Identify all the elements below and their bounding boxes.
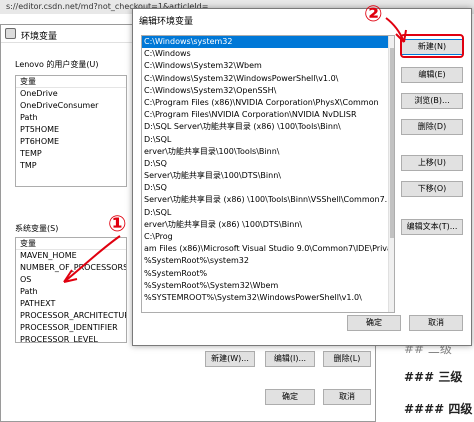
- list-item[interactable]: TMP: [16, 160, 126, 172]
- path-item[interactable]: %SystemRoot%\System32\Wbem: [142, 280, 394, 292]
- column-header[interactable]: 变量: [16, 238, 126, 250]
- browse-button[interactable]: 浏览(B)...: [401, 93, 463, 109]
- list-item[interactable]: Path: [16, 112, 126, 124]
- move-up-button[interactable]: 上移(U): [401, 155, 463, 171]
- new-button[interactable]: 新建(N): [401, 39, 463, 55]
- list-item[interactable]: Path: [16, 286, 126, 298]
- path-item[interactable]: C:\Prog: [142, 231, 394, 243]
- edit-button[interactable]: 编辑(E): [401, 67, 463, 83]
- delete-button[interactable]: 删除(L): [323, 351, 371, 367]
- path-item[interactable]: C:\Windows\System32\WindowsPowerShell\v1…: [142, 73, 394, 85]
- path-item[interactable]: C:\Windows\System32\Wbem: [142, 60, 394, 72]
- path-list[interactable]: C:\Windows\system32 C:\Windows C:\Window…: [141, 35, 395, 313]
- move-down-button[interactable]: 下移(O): [401, 181, 463, 197]
- list-item[interactable]: OneDrive: [16, 88, 126, 100]
- vertical-scrollbar[interactable]: [388, 36, 394, 312]
- dialog-title: 环境变量: [21, 32, 58, 42]
- list-item[interactable]: PROCESSOR_IDENTIFIER: [16, 322, 126, 334]
- settings-icon: [5, 28, 16, 39]
- path-item[interactable]: D:\SQ: [142, 158, 394, 170]
- list-item[interactable]: NUMBER_OF_PROCESSORS: [16, 262, 126, 274]
- list-item[interactable]: OS: [16, 274, 126, 286]
- path-item[interactable]: C:\Windows\System32\OpenSSH\: [142, 85, 394, 97]
- path-item[interactable]: D:\SQL: [142, 207, 394, 219]
- path-item[interactable]: D:\SQL Server\功能共享目录 (x86) \100\Tools\Bi…: [142, 121, 394, 133]
- new-button[interactable]: 新建(W)...: [205, 351, 255, 367]
- edit-env-var-dialog: 编辑环境变量 C:\Windows\system32 C:\Windows C:…: [132, 8, 472, 346]
- user-vars-label: Lenovo 的用户变量(U): [15, 60, 99, 69]
- list-item[interactable]: PATHEXT: [16, 298, 126, 310]
- user-vars-list[interactable]: 变量 OneDrive OneDriveConsumer Path PT5HOM…: [15, 75, 127, 187]
- path-item[interactable]: C:\Program Files (x86)\NVIDIA Corporatio…: [142, 97, 394, 109]
- path-item[interactable]: D:\SQ: [142, 182, 394, 194]
- md-line-h3: ### 三级: [404, 370, 463, 384]
- path-item[interactable]: C:\Program Files\NVIDIA Corporation\NVID…: [142, 109, 394, 121]
- path-item[interactable]: am Files (x86)\Microsoft Visual Studio 9…: [142, 243, 394, 255]
- path-item[interactable]: %SystemRoot%: [142, 268, 394, 280]
- system-vars-list[interactable]: 变量 MAVEN_HOME NUMBER_OF_PROCESSORS OS Pa…: [15, 237, 127, 343]
- path-item[interactable]: Server\功能共享目录 (x86) \100\Tools\Binn\VSSh…: [142, 194, 394, 206]
- md-line-h4: #### 四级: [404, 402, 473, 416]
- scrollbar-thumb[interactable]: [390, 48, 394, 238]
- title-bar: 编辑环境变量: [133, 9, 471, 29]
- path-item[interactable]: C:\Windows: [142, 48, 394, 60]
- ok-button[interactable]: 确定: [347, 315, 401, 331]
- edit-text-button[interactable]: 编辑文本(T)...: [401, 219, 463, 235]
- list-item[interactable]: PT5HOME: [16, 124, 126, 136]
- list-item[interactable]: PROCESSOR_LEVEL: [16, 334, 126, 342]
- list-item[interactable]: PT6HOME: [16, 136, 126, 148]
- list-item[interactable]: PROCESSOR_ARCHITECTURE: [16, 310, 126, 322]
- path-item[interactable]: erver\功能共享目录\100\Tools\Binn\: [142, 146, 394, 158]
- path-item[interactable]: %SYSTEMROOT%\System32\WindowsPowerShell\…: [142, 292, 394, 304]
- list-item[interactable]: OneDriveConsumer: [16, 100, 126, 112]
- path-item[interactable]: Server\功能共享目录\100\DTS\Binn\: [142, 170, 394, 182]
- dialog-title: 编辑环境变量: [139, 17, 194, 27]
- annotation-label-1: ①: [108, 212, 127, 237]
- list-item[interactable]: TEMP: [16, 148, 126, 160]
- column-header[interactable]: 变量: [16, 76, 126, 88]
- path-item-selected[interactable]: C:\Windows\system32: [142, 36, 394, 49]
- cancel-button[interactable]: 取消: [323, 389, 371, 405]
- list-item[interactable]: MAVEN_HOME: [16, 250, 126, 262]
- annotation-label-2: ②: [364, 2, 383, 27]
- ok-button[interactable]: 确定: [265, 389, 315, 405]
- cancel-button[interactable]: 取消: [409, 315, 463, 331]
- path-item[interactable]: %SystemRoot%\system32: [142, 255, 394, 267]
- edit-button[interactable]: 编辑(I)...: [265, 351, 315, 367]
- path-item[interactable]: D:\SQL: [142, 134, 394, 146]
- path-item[interactable]: erver\功能共享目录 (x86) \100\DTS\Binn\: [142, 219, 394, 231]
- system-vars-label: 系统变量(S): [15, 224, 59, 233]
- delete-button[interactable]: 删除(D): [401, 119, 463, 135]
